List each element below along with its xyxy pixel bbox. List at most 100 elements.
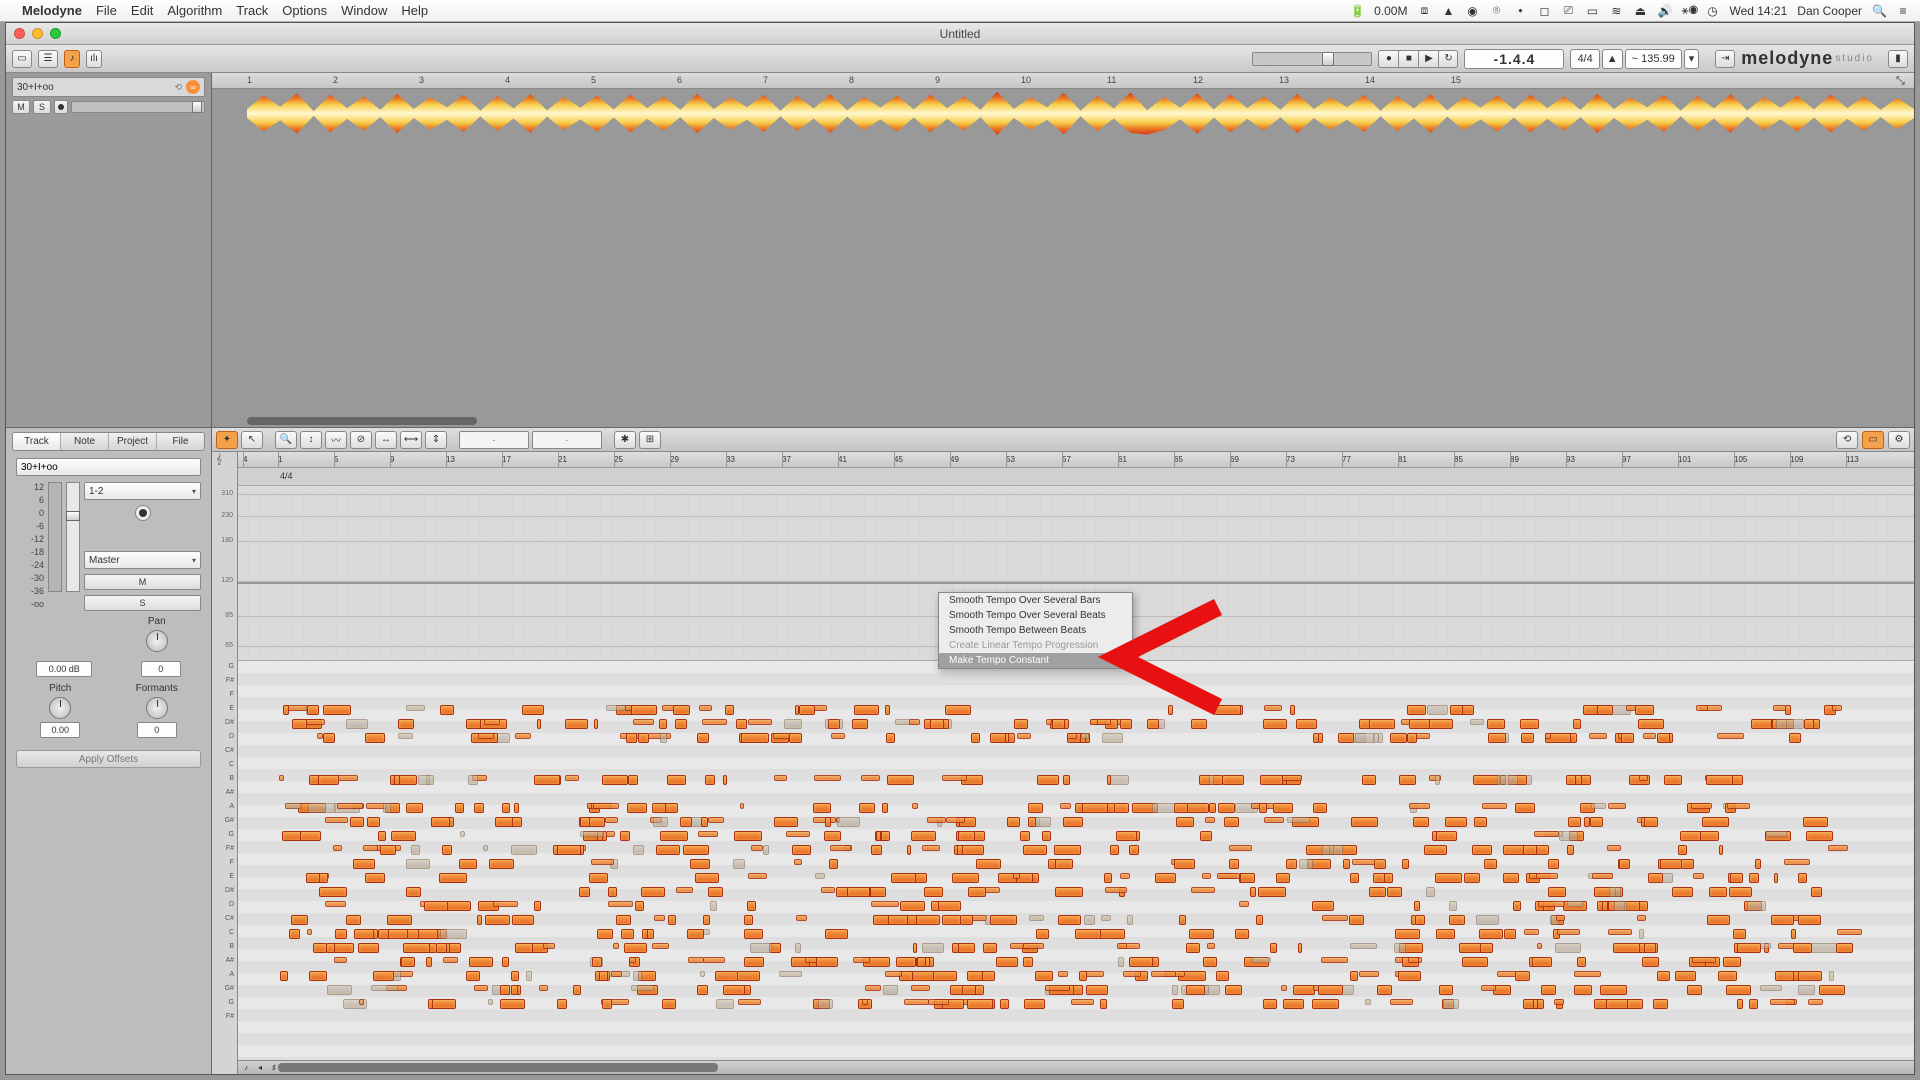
note-blob[interactable] <box>1216 971 1229 981</box>
note-blob[interactable] <box>1414 901 1421 911</box>
note-blob[interactable] <box>925 957 930 967</box>
note-blob[interactable] <box>1415 915 1425 925</box>
output-select[interactable]: Master <box>84 551 201 569</box>
note-blob[interactable] <box>1608 803 1626 809</box>
note-blob[interactable] <box>687 929 704 939</box>
note-blob[interactable] <box>659 719 667 729</box>
cloud-icon[interactable]: ▲ <box>1441 4 1455 18</box>
bluetooth-icon[interactable]: ⚹◉ <box>1681 3 1695 18</box>
note-blob[interactable] <box>398 719 414 729</box>
scroll-left-icon[interactable]: ◂ <box>254 1062 266 1073</box>
note-blob[interactable] <box>1058 915 1081 925</box>
note-blob[interactable] <box>1023 957 1033 967</box>
note-blob[interactable] <box>1644 817 1657 827</box>
note-blob[interactable] <box>1202 873 1211 879</box>
note-blob[interactable] <box>1270 943 1277 953</box>
note-blob[interactable] <box>597 929 614 939</box>
note-blob[interactable] <box>854 705 879 715</box>
gain-fader[interactable] <box>66 482 80 592</box>
note-blob[interactable] <box>1172 985 1178 995</box>
formants-value[interactable]: 0 <box>137 722 177 738</box>
note-blob[interactable] <box>1729 887 1752 897</box>
note-blob[interactable] <box>1627 999 1642 1009</box>
note-blob[interactable] <box>748 873 767 879</box>
cycle-button[interactable]: ↻ <box>1438 50 1458 68</box>
timesig-row[interactable]: 4/4 <box>238 468 1914 486</box>
note-blob[interactable] <box>744 957 764 967</box>
note-blob[interactable] <box>1186 943 1201 953</box>
note-blob[interactable] <box>1286 859 1296 869</box>
note-blob[interactable] <box>1037 775 1059 785</box>
note-blob[interactable] <box>1229 859 1239 869</box>
note-blob[interactable] <box>1687 985 1702 995</box>
note-blob[interactable] <box>885 971 902 977</box>
note-blob[interactable] <box>886 733 894 743</box>
note-blob[interactable] <box>1318 985 1343 995</box>
note-blob[interactable] <box>883 985 898 995</box>
note-blob[interactable] <box>1829 971 1834 981</box>
note-blob[interactable] <box>602 999 612 1009</box>
app-icon-2[interactable]: ◻ <box>1537 4 1551 18</box>
note-blob[interactable] <box>291 915 309 925</box>
monitor-radio[interactable] <box>135 505 151 521</box>
snap-button[interactable]: ✱ <box>614 431 636 449</box>
spotlight-icon[interactable]: 🔍 <box>1872 4 1886 18</box>
note-blob[interactable] <box>1464 873 1481 883</box>
view-mode-1[interactable]: ⟲ <box>1836 431 1858 449</box>
note-blob[interactable] <box>358 943 379 953</box>
note-blob[interactable] <box>1312 999 1339 1009</box>
note-blob[interactable] <box>1660 859 1681 869</box>
note-blob[interactable] <box>816 957 838 967</box>
note-blob[interactable] <box>1449 901 1457 911</box>
note-blob[interactable] <box>1090 719 1098 725</box>
note-blob[interactable] <box>318 775 340 785</box>
tool-blob[interactable]: 〰 <box>325 431 347 449</box>
note-blob[interactable] <box>815 873 825 879</box>
note-blob[interactable] <box>887 775 914 785</box>
note-blob[interactable] <box>952 943 959 953</box>
note-blob[interactable] <box>1747 901 1766 911</box>
scroll-thumb[interactable] <box>278 1063 718 1072</box>
note-blob[interactable] <box>627 803 647 813</box>
note-blob[interactable] <box>305 719 325 725</box>
note-blob[interactable] <box>378 831 386 841</box>
note-blob[interactable] <box>952 873 979 883</box>
note-blob[interactable] <box>750 943 772 953</box>
note-blob[interactable] <box>1771 915 1793 925</box>
note-blob[interactable] <box>1174 803 1187 813</box>
note-blob[interactable] <box>1424 845 1447 855</box>
note-blob[interactable] <box>326 943 335 953</box>
note-blob[interactable] <box>716 999 734 1009</box>
menu-icon[interactable]: ≡ <box>1896 4 1910 18</box>
note-blob[interactable] <box>394 775 400 785</box>
note-blob[interactable] <box>1081 733 1088 739</box>
note-blob[interactable] <box>1321 957 1348 963</box>
note-blob[interactable] <box>1638 719 1664 729</box>
note-blob[interactable] <box>1555 943 1581 953</box>
note-blob[interactable] <box>1086 985 1108 995</box>
note-blob[interactable] <box>1298 943 1303 953</box>
note-blob[interactable] <box>862 999 869 1005</box>
context-menu-item[interactable]: Smooth Tempo Over Several Bars <box>939 593 1132 608</box>
note-blob[interactable] <box>1554 999 1564 1005</box>
note-blob[interactable] <box>794 859 802 865</box>
note-blob[interactable] <box>309 971 327 981</box>
note-blob[interactable] <box>1000 999 1009 1009</box>
note-blob[interactable] <box>668 915 676 925</box>
note-blob[interactable] <box>1476 915 1499 925</box>
note-blob[interactable] <box>1435 873 1462 883</box>
note-blob[interactable] <box>656 845 680 855</box>
note-blob[interactable] <box>1151 971 1176 977</box>
note-blob[interactable] <box>1755 859 1761 869</box>
formants-knob[interactable] <box>146 697 168 719</box>
note-blob[interactable] <box>289 929 300 939</box>
note-blob[interactable] <box>626 733 637 743</box>
note-blob[interactable] <box>1602 901 1608 911</box>
note-blob[interactable] <box>638 733 649 743</box>
note-blob[interactable] <box>1020 831 1030 841</box>
view-toggle-1[interactable]: ▭ <box>12 50 32 68</box>
note-blob[interactable] <box>359 999 364 1005</box>
note-blob[interactable] <box>1014 719 1029 729</box>
note-blob[interactable] <box>1390 733 1408 743</box>
menu-help[interactable]: Help <box>401 3 428 18</box>
